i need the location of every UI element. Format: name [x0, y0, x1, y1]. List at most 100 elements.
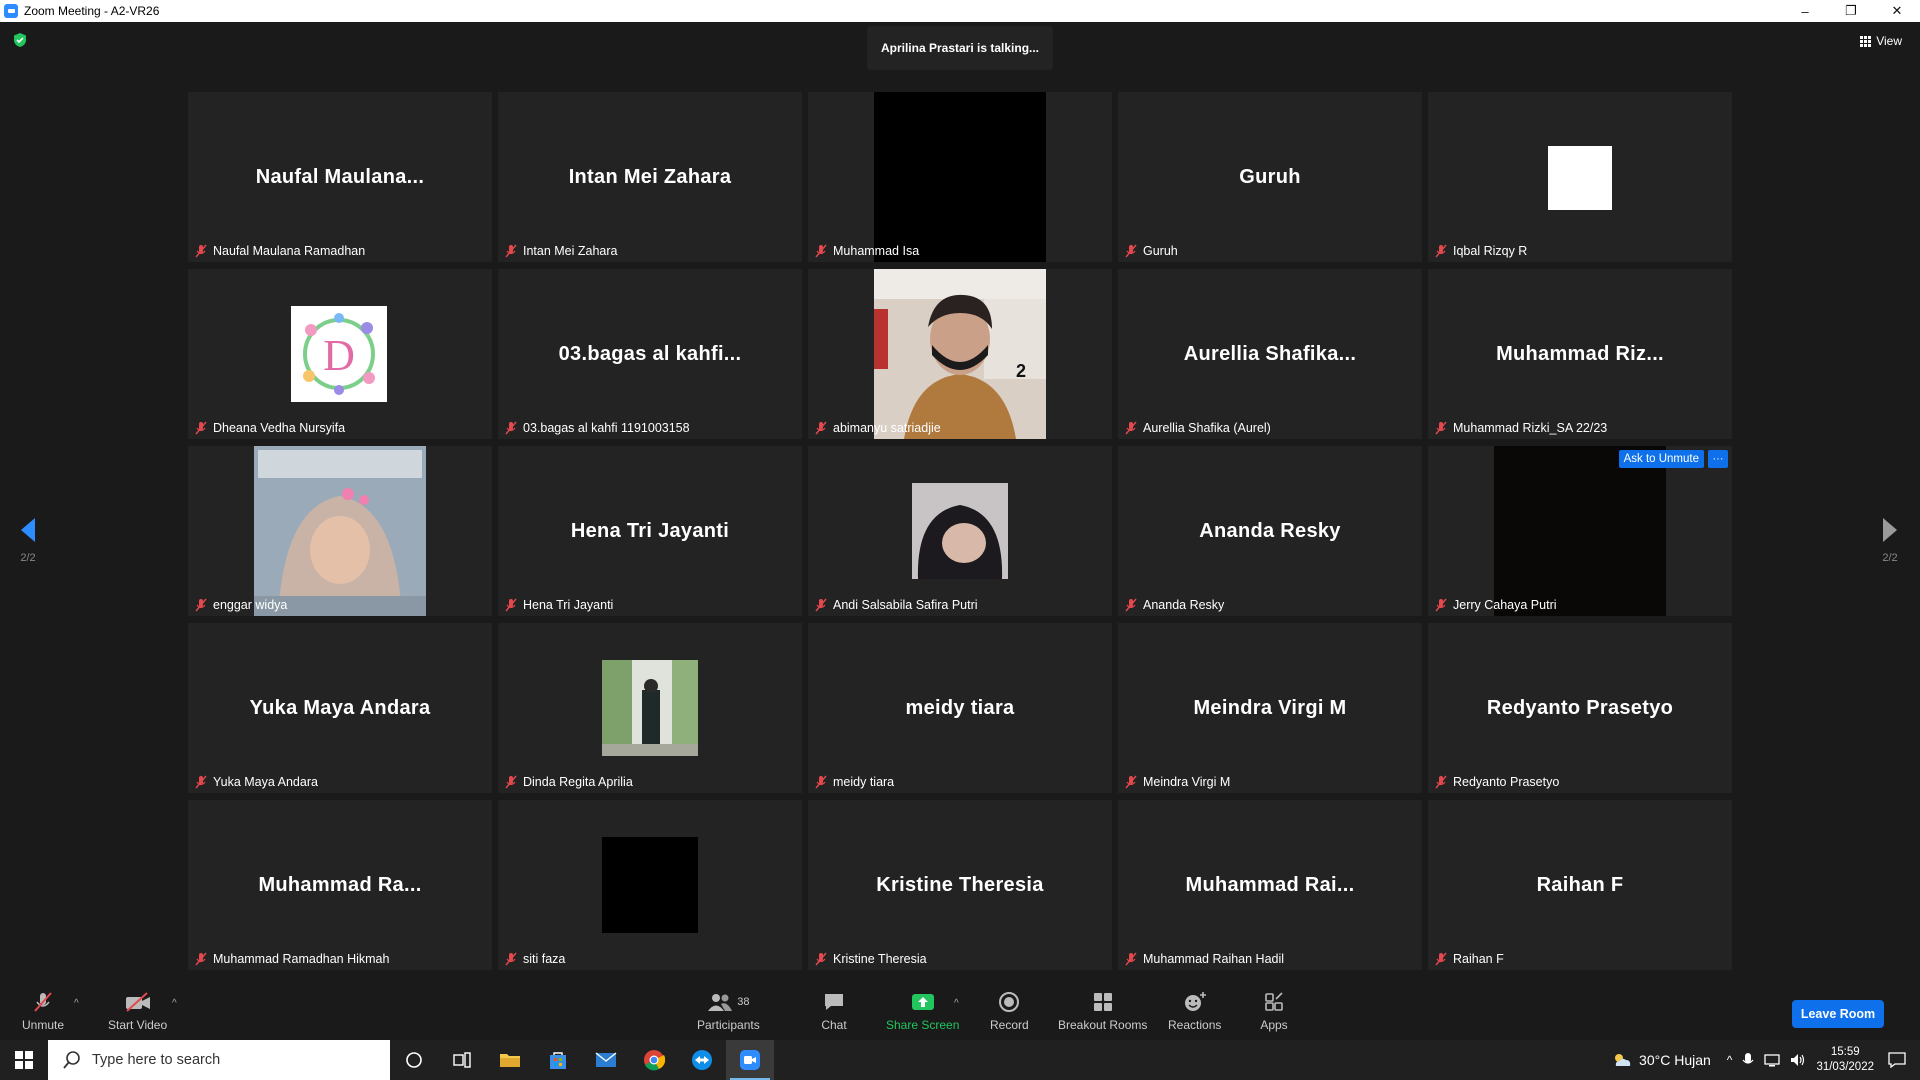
participant-tile[interactable]: Muhammad Isa — [808, 92, 1112, 262]
participant-name: Muhammad Rizki_SA 22/23 — [1453, 421, 1608, 435]
participant-tile[interactable]: Yuka Maya Andara Yuka Maya Andara — [188, 623, 492, 793]
participant-name: Yuka Maya Andara — [213, 775, 318, 789]
participant-tile[interactable]: Andi Salsabila Safira Putri — [808, 446, 1112, 616]
participants-icon — [708, 994, 733, 1011]
clock[interactable]: 15:59 31/03/2022 — [1816, 1045, 1874, 1075]
participant-label: siti faza — [500, 950, 569, 968]
mail-button[interactable] — [582, 1040, 630, 1080]
next-page-button[interactable]: 2/2 — [1870, 516, 1910, 586]
participant-display-name: meidy tiara — [905, 696, 1015, 719]
participant-label: Dinda Regita Aprilia — [500, 773, 637, 791]
participant-label: Muhammad Raihan Hadil — [1120, 950, 1288, 968]
teamviewer-button[interactable] — [678, 1040, 726, 1080]
security-shield-icon[interactable] — [12, 32, 28, 48]
muted-mic-icon — [1435, 598, 1447, 612]
notifications-icon[interactable] — [1888, 1052, 1906, 1068]
participant-tile[interactable]: meidy tiara meidy tiara — [808, 623, 1112, 793]
muted-mic-icon — [195, 952, 207, 966]
participants-button[interactable]: 38 Participants — [697, 990, 760, 1032]
leave-room-button[interactable]: Leave Room — [1792, 1000, 1884, 1028]
start-button[interactable] — [0, 1040, 48, 1080]
participant-tile[interactable]: Kristine Theresia Kristine Theresia — [808, 800, 1112, 970]
participant-tile[interactable]: Aurellia Shafika... Aurellia Shafika (Au… — [1118, 269, 1422, 439]
participant-name: Dinda Regita Aprilia — [523, 775, 633, 789]
folder-icon — [500, 1054, 520, 1067]
muted-mic-icon — [34, 992, 52, 1012]
record-button[interactable]: Record — [990, 990, 1029, 1032]
participant-tile[interactable]: 03.bagas al kahfi... 03.bagas al kahfi 1… — [498, 269, 802, 439]
participant-tile[interactable]: Muhammad Rai... Muhammad Raihan Hadil — [1118, 800, 1422, 970]
microphone-icon[interactable] — [1742, 1052, 1754, 1068]
volume-icon[interactable] — [1790, 1053, 1806, 1067]
ask-to-unmute-button[interactable]: Ask to Unmute — [1618, 450, 1704, 468]
video-feed-person: 2 — [874, 269, 1046, 439]
chat-icon — [825, 994, 843, 1010]
weather-cloud-icon — [1615, 1054, 1631, 1066]
share-screen-button[interactable]: Share Screen — [886, 990, 959, 1032]
store-button[interactable] — [534, 1040, 582, 1080]
meeting-toolbar: Unmute ^ Start Video ^ 38 Participants C… — [0, 972, 1920, 1040]
store-bag-icon — [550, 1052, 566, 1069]
participant-tile[interactable]: Naufal Maulana... Naufal Maulana Ramadha… — [188, 92, 492, 262]
muted-mic-icon — [195, 421, 207, 435]
participant-tile[interactable]: Guruh Guruh — [1118, 92, 1422, 262]
search-icon — [63, 1051, 80, 1069]
taskbar-search-box[interactable]: Type here to search — [48, 1040, 390, 1080]
profile-picture — [912, 483, 1008, 579]
previous-page-button[interactable]: 2/2 — [8, 516, 48, 586]
zoom-taskbar-button[interactable] — [726, 1040, 774, 1080]
weather-text[interactable]: 30°C Hujan — [1639, 1052, 1711, 1068]
share-screen-icon — [911, 994, 934, 1010]
participant-label: Kristine Theresia — [810, 950, 931, 968]
participant-label: enggar widya — [190, 596, 291, 614]
participant-tile[interactable]: Raihan F Raihan F — [1428, 800, 1732, 970]
audio-options-chevron-icon[interactable]: ^ — [74, 998, 79, 1009]
file-explorer-button[interactable] — [486, 1040, 534, 1080]
participant-tile[interactable]: Redyanto Prasetyo Redyanto Prasetyo — [1428, 623, 1732, 793]
participant-tile[interactable]: Muhammad Ra... Muhammad Ramadhan Hikmah — [188, 800, 492, 970]
participant-name: Dheana Vedha Nursyifa — [213, 421, 346, 435]
participant-tile[interactable]: 2 abimanyu satriadjie — [808, 269, 1112, 439]
participant-tile[interactable]: Iqbal Rizqy R — [1428, 92, 1732, 262]
participant-tile[interactable]: D Dheana Vedha Nursyifa — [188, 269, 492, 439]
video-feed — [1494, 446, 1666, 616]
participant-tile[interactable]: Hena Tri Jayanti Hena Tri Jayanti — [498, 446, 802, 616]
chat-button[interactable]: Chat — [820, 990, 848, 1032]
muted-mic-icon — [1125, 952, 1137, 966]
restore-button[interactable]: ❐ — [1828, 0, 1874, 22]
participant-tile[interactable]: Meindra Virgi M Meindra Virgi M — [1118, 623, 1422, 793]
participant-tile[interactable]: enggar widya — [188, 446, 492, 616]
unmute-button[interactable]: Unmute — [22, 990, 64, 1032]
system-tray: 30°C Hujan ^ 15:59 31/03/2022 — [1611, 1040, 1920, 1080]
apps-icon — [1265, 992, 1283, 1011]
arrow-left-icon — [21, 518, 35, 542]
minimize-button[interactable]: – — [1782, 0, 1828, 22]
participant-tile[interactable]: Intan Mei Zahara Intan Mei Zahara — [498, 92, 802, 262]
participant-label: Guruh — [1120, 242, 1182, 260]
participant-name: Kristine Theresia — [833, 952, 927, 966]
participant-display-name: Yuka Maya Andara — [249, 696, 431, 719]
participant-tile[interactable]: Muhammad Riz... Muhammad Rizki_SA 22/23 — [1428, 269, 1732, 439]
network-icon[interactable] — [1764, 1053, 1781, 1067]
active-speaker-indicator: Aprilina Prastari is talking... — [867, 26, 1053, 70]
chrome-button[interactable] — [630, 1040, 678, 1080]
participant-tile[interactable]: Ask to Unmute ··· Jerry Cahaya Putri — [1428, 446, 1732, 616]
participant-tile[interactable]: Ananda Resky Ananda Resky — [1118, 446, 1422, 616]
show-hidden-icons-chevron-icon[interactable]: ^ — [1727, 1053, 1733, 1067]
cortana-button[interactable] — [390, 1040, 438, 1080]
apps-button[interactable]: Apps — [1260, 990, 1288, 1032]
reactions-button[interactable]: Reactions — [1168, 990, 1221, 1032]
video-options-chevron-icon[interactable]: ^ — [172, 998, 177, 1009]
more-options-button[interactable]: ··· — [1708, 450, 1728, 468]
participant-label: Naufal Maulana Ramadhan — [190, 242, 369, 260]
start-video-button[interactable]: Start Video — [108, 990, 167, 1032]
participant-tile[interactable]: siti faza — [498, 800, 802, 970]
task-view-button[interactable] — [438, 1040, 486, 1080]
view-button[interactable]: View — [1860, 34, 1902, 48]
muted-mic-icon — [505, 598, 517, 612]
share-options-chevron-icon[interactable]: ^ — [954, 998, 959, 1009]
breakout-rooms-button[interactable]: Breakout Rooms — [1058, 990, 1147, 1032]
muted-mic-icon — [1125, 244, 1137, 258]
participant-tile[interactable]: Dinda Regita Aprilia — [498, 623, 802, 793]
close-button[interactable]: ✕ — [1874, 0, 1920, 22]
